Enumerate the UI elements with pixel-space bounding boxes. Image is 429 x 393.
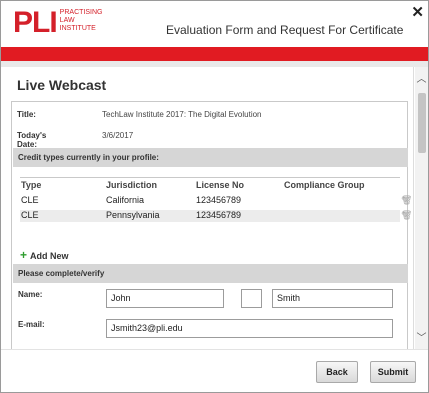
- pli-logo: PLI Practising Law Institute: [13, 8, 102, 40]
- scrollbar-thumb[interactable]: [418, 93, 426, 153]
- cell-type: CLE: [21, 210, 39, 220]
- dialog-title: Evaluation Form and Request For Certific…: [166, 23, 404, 37]
- divider: [20, 177, 400, 178]
- logo-text: PLI: [13, 6, 58, 39]
- section-title: Live Webcast: [17, 77, 107, 93]
- last-name-field[interactable]: Smith: [272, 289, 393, 308]
- form-box: Title: TechLaw Institute 2017: The Digit…: [11, 101, 412, 349]
- table-row: CLE California 123456789 ✎ 🗑: [20, 195, 412, 207]
- plus-icon: +: [20, 248, 28, 262]
- title-value: TechLaw Institute 2017: The Digital Evol…: [102, 110, 262, 119]
- logo-subtitle: Practising Law Institute: [60, 9, 103, 33]
- title-label: Title:: [17, 110, 36, 119]
- form-panel: Live Webcast Title: TechLaw Institute 20…: [1, 67, 414, 349]
- complete-verify-header: Please complete/verify: [13, 264, 408, 283]
- dialog-header: PLI Practising Law Institute Evaluation …: [1, 1, 428, 47]
- certificate-dialog: PLI Practising Law Institute Evaluation …: [0, 0, 429, 393]
- name-label: Name:: [18, 290, 43, 299]
- brand-bar: [1, 47, 428, 61]
- chevron-up-icon[interactable]: ︿: [415, 70, 428, 85]
- close-icon[interactable]: ✕: [411, 3, 424, 21]
- credit-types-header: Credit types currently in your profile:: [13, 148, 408, 167]
- logo-sub-line: Practising: [59, 9, 103, 16]
- cell-license: 123456789: [196, 195, 242, 205]
- submit-button[interactable]: Submit: [370, 361, 416, 383]
- add-new-label: Add New: [30, 251, 69, 261]
- date-label: Today's Date:: [17, 131, 47, 149]
- table-header: Type Jurisdiction License No Compliance …: [20, 180, 400, 192]
- cell-type: CLE: [21, 195, 39, 205]
- col-jurisdiction: Jurisdiction: [106, 180, 158, 190]
- col-compliance: Compliance Group: [284, 180, 365, 190]
- email-field[interactable]: Jsmith23@pli.edu: [106, 319, 393, 338]
- logo-sub-line: Institute: [59, 25, 96, 32]
- back-button[interactable]: Back: [316, 361, 358, 383]
- logo-sub-line: Law: [59, 17, 75, 24]
- chevron-down-icon[interactable]: ﹀: [415, 329, 428, 344]
- credit-table: Type Jurisdiction License No Compliance …: [20, 180, 412, 222]
- cell-jurisdiction: Pennsylvania: [106, 210, 160, 220]
- cell-jurisdiction: California: [106, 195, 145, 205]
- trash-icon[interactable]: 🗑: [401, 195, 412, 206]
- trash-icon[interactable]: 🗑: [401, 210, 412, 221]
- scrollbar[interactable]: ︿ ﹀: [415, 67, 428, 349]
- cell-license: 123456789: [196, 210, 242, 220]
- middle-initial-field[interactable]: [241, 289, 262, 308]
- dialog-footer: Back Submit: [1, 349, 428, 392]
- col-license: License No: [196, 180, 245, 190]
- first-name-field[interactable]: John: [106, 289, 224, 308]
- table-row: CLE Pennsylvania 123456789 ✎ 🗑: [20, 210, 412, 222]
- col-type: Type: [21, 180, 42, 190]
- email-label: E-mail:: [18, 320, 45, 329]
- add-new-button[interactable]: + Add New: [20, 248, 69, 262]
- date-value: 3/6/2017: [102, 131, 134, 140]
